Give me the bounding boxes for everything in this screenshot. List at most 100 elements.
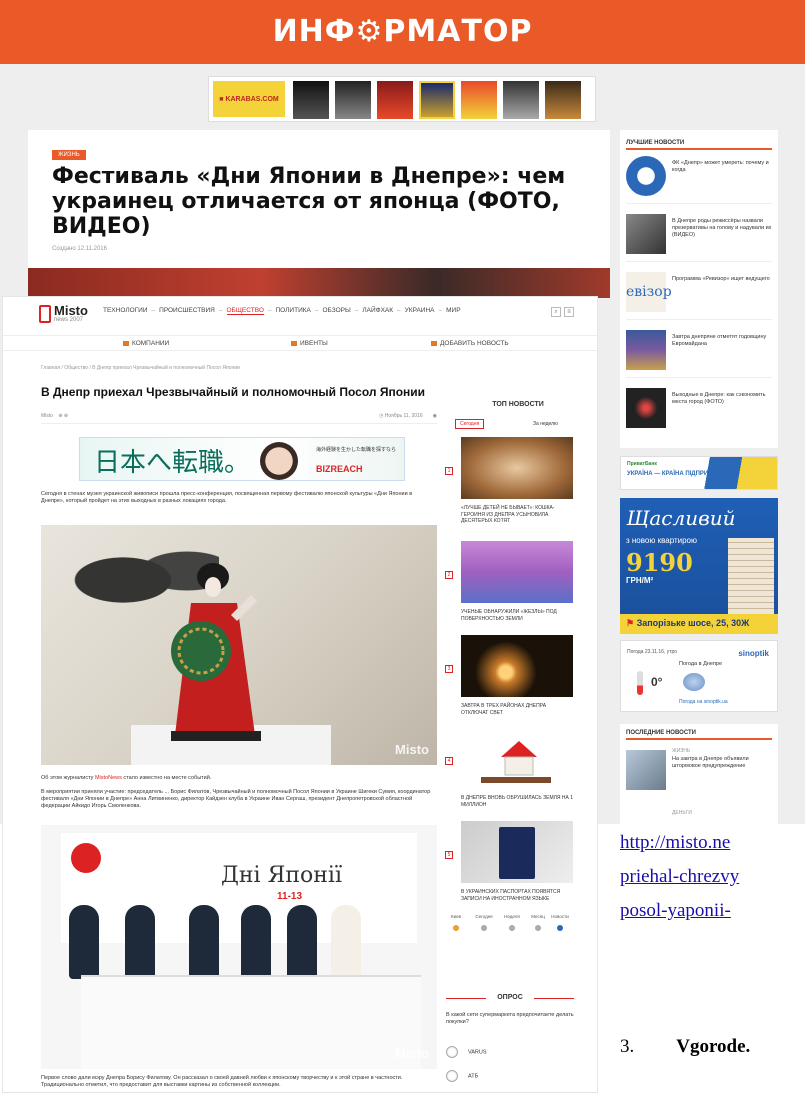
speaker — [125, 905, 155, 979]
promo-unit: ГРН/М² — [626, 576, 654, 585]
sidebar-news-item[interactable]: Завтра днепряне отметят годовщину Еврома… — [626, 326, 772, 378]
sidebar-news-item[interactable]: Выходные в Днепре: как сэкономить места … — [626, 384, 772, 436]
news-image — [461, 437, 573, 499]
rank-badge: 1 — [445, 467, 453, 475]
house-gavel-icon — [481, 741, 551, 783]
news-title[interactable]: Программа «Ревизор» ищет ведущего — [672, 276, 772, 283]
nav-item-tech[interactable]: ТЕХНОЛОГИИ — [103, 307, 148, 315]
tab-today[interactable]: Сегодня — [455, 419, 485, 429]
misto-logo[interactable]: Misto news 2007 — [39, 303, 93, 329]
top-news-item[interactable]: 1 «ЛУЧШЕ ДЕТЕЙ НЕ БЫВАЕТ»: КОШКА-ГЕРОИНЯ… — [443, 437, 593, 557]
speaker — [189, 905, 219, 979]
poster-thumb[interactable] — [335, 81, 371, 119]
news-title[interactable]: Завтра днепряне отметят годовщину Еврома… — [672, 334, 772, 348]
source-link[interactable]: MistoNews — [95, 775, 122, 781]
source-url-line[interactable]: posol-yaponii- — [620, 900, 731, 922]
radio-icon[interactable] — [446, 1046, 458, 1058]
article-lead: Сегодня в стенах музея украинской живопи… — [41, 491, 413, 504]
promo-address: ⚑ Запорізьке шосе, 25, 30Ж — [620, 614, 778, 634]
misto-logo-icon — [39, 305, 51, 323]
nav-item-world[interactable]: МИР — [446, 307, 460, 315]
poster-thumb[interactable] — [419, 81, 455, 119]
promo-title: Щасливий — [626, 506, 736, 530]
subnav-events[interactable]: ИВЕНТЫ — [291, 340, 328, 347]
weather-widget[interactable]: Погода 23.11.16, утро sinoptik Погода в … — [620, 640, 778, 712]
news-thumb — [626, 214, 666, 254]
ad-portrait — [260, 442, 298, 480]
rank-badge: 4 — [445, 757, 453, 765]
stat-item[interactable]: Киев — [444, 914, 468, 931]
sidebar-news-item[interactable]: евізор Программа «Ревизор» ищет ведущего — [626, 268, 772, 320]
top-news-tabs: Сегодня За неделю — [455, 419, 583, 431]
tab-week[interactable]: За неделю — [533, 421, 558, 427]
news-title[interactable]: ФК «Днепр» может умереть: почему и когда — [672, 160, 772, 174]
weather-temperature: 0° — [651, 675, 663, 689]
calendar-icon — [291, 340, 297, 346]
news-category: ЖИЗНЬ — [672, 748, 691, 754]
press-conference-photo[interactable]: Дні Японії 11-13 Misto — [41, 825, 437, 1069]
poll-option[interactable]: АТБ — [446, 1070, 478, 1082]
stat-item[interactable]: Новости — [548, 914, 572, 931]
conference-table — [81, 975, 421, 1069]
stat-item[interactable]: Сегодня — [472, 914, 496, 931]
poster-thumb[interactable] — [545, 81, 581, 119]
nav-item-reviews[interactable]: ОБЗОРЫ — [322, 307, 350, 315]
nav-item-ukraine[interactable]: УКРАИНА — [405, 307, 435, 315]
share-icons[interactable]: ⊕ ⊕ — [58, 413, 68, 419]
weather-title: Погода в Днепре — [679, 661, 722, 667]
news-title[interactable]: Выходные в Днепре: как сэкономить места … — [672, 392, 772, 406]
nav-item-society[interactable]: ОБЩЕСТВО — [226, 307, 264, 315]
poster-thumb[interactable] — [377, 81, 413, 119]
rank-badge: 3 — [445, 665, 453, 673]
views-icon: ◉ — [432, 413, 437, 419]
stat-item[interactable]: Неделя — [500, 914, 524, 931]
promo-address-text: Запорізьке шосе, 25, 30Ж — [636, 618, 750, 628]
breadcrumb[interactable]: Главная / Общество / В Днепр приехал Чре… — [41, 365, 240, 371]
cloud-icon — [683, 673, 705, 691]
subnav-add-news[interactable]: ДОБАВИТЬ НОВОСТЬ — [431, 340, 509, 347]
news-thumb — [626, 156, 666, 196]
menu-icon[interactable]: ≡ — [564, 307, 574, 317]
poster-thumb[interactable] — [461, 81, 497, 119]
news-caption[interactable]: «ЛУЧШЕ ДЕТЕЙ НЕ БЫВАЕТ»: КОШКА-ГЕРОИНЯ И… — [461, 505, 573, 525]
radio-icon[interactable] — [446, 1070, 458, 1082]
nav-item-incidents[interactable]: ПРОИСШЕСТВИЯ — [159, 307, 215, 315]
sidebar-news-item[interactable]: В Днепре роды режиссёры назвали презерва… — [626, 210, 772, 262]
weather-link[interactable]: Погода на sinoptik.ua — [679, 699, 728, 705]
news-caption[interactable]: В УКРАИНСКИХ ПАСПОРТАХ ПОЯВЯТСЯ ЗАПИСИ Н… — [461, 889, 573, 902]
source-url-line[interactable]: http://misto.ne — [620, 832, 730, 854]
site-logo[interactable]: ИНФ⚙РМАТОР — [0, 14, 805, 49]
sidebar-news-item[interactable]: ФК «Днепр» может умереть: почему и когда — [626, 152, 772, 204]
informator-article-header: ЖИЗНЬ Фестиваль «Дни Японии в Днепре»: ч… — [28, 130, 610, 272]
karabas-ad-banner[interactable]: ■ KARABAS.COM — [208, 76, 596, 122]
news-caption[interactable]: ЗАВТРА В ТРЕХ РАЙОНАХ ДНЕПРА ОТКЛЮЧАТ СВ… — [461, 703, 573, 716]
apartment-promo-banner[interactable]: Щасливий з новою квартирою 9190 ГРН/М² ⚑… — [620, 498, 778, 634]
latest-news-heading: ПОСЛЕДНИЕ НОВОСТИ — [626, 730, 772, 740]
article-author[interactable]: Misto — [41, 413, 53, 419]
stat-item[interactable]: Месяц — [526, 914, 550, 931]
news-caption[interactable]: В ДНЕПРЕ ВНОВЬ ОБРУШИЛАСЬ ЗЕМЛЯ НА 1 МИЛ… — [461, 795, 573, 808]
nav-item-politics[interactable]: ПОЛИТИКА — [276, 307, 311, 315]
source-url-line[interactable]: priehal-chrezvy — [620, 866, 739, 888]
poster-thumb[interactable] — [293, 81, 329, 119]
subnav-companies[interactable]: КОМПАНИИ — [123, 340, 169, 347]
privatbank-banner[interactable]: ПриватБанк УКРАЇНА — КРАЇНА ПІДПРИЄМЦІВ — [620, 456, 778, 490]
geisha-doll-photo[interactable]: Misto — [41, 525, 437, 765]
search-icon[interactable]: ⌕ — [551, 307, 561, 317]
news-title[interactable]: В Днепре роды режиссёры назвали презерва… — [672, 218, 772, 239]
ad-text: 海外経験を生かした転職を探すなら — [316, 447, 397, 453]
misto-logo-sub: news 2007 — [54, 317, 84, 323]
category-tag[interactable]: ЖИЗНЬ — [52, 150, 86, 160]
article-headline: Фестиваль «Дни Японии в Днепре»: чем укр… — [52, 164, 566, 239]
poster-thumb[interactable] — [503, 81, 539, 119]
nav-item-lifehack[interactable]: ЛАЙФХАК — [362, 307, 393, 315]
speaker — [69, 905, 99, 979]
news-title[interactable]: На завтра в Днепре объявили штормовое пр… — [672, 756, 768, 770]
sinoptik-logo[interactable]: sinoptik — [738, 649, 769, 658]
bizreach-ad[interactable]: 日本へ転職。 海外経験を生かした転職を探すなら BIZREACH — [79, 437, 405, 481]
article-date: Создано 12.11.2016 — [52, 246, 107, 252]
speaker — [241, 905, 271, 979]
news-caption[interactable]: УЧЕНЫЕ ОБНАРУЖИЛИ «ЖЕЗЛЫ» ПОД ПОВЕРХНОСТ… — [461, 609, 573, 622]
poll-option[interactable]: VARUS — [446, 1046, 487, 1058]
site-header: ИНФ⚙РМАТОР — [0, 0, 805, 64]
